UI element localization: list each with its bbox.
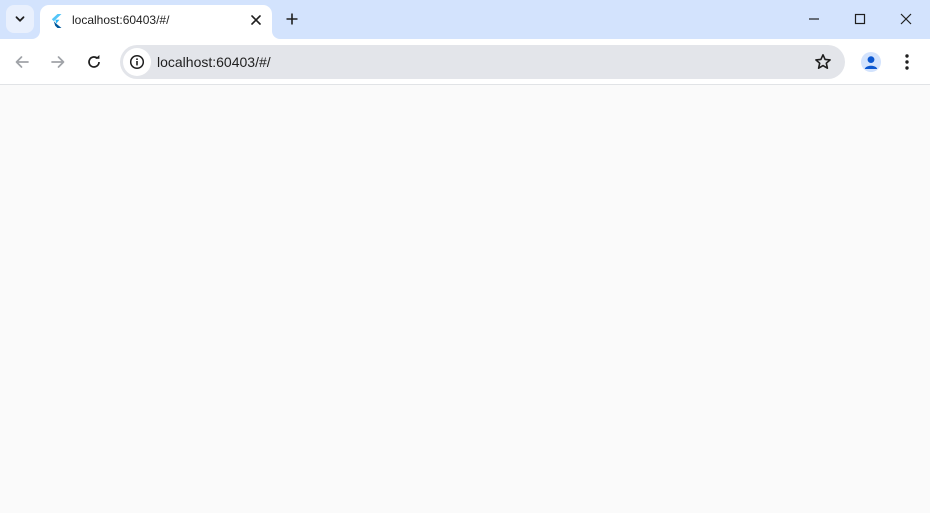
url-text[interactable]: localhost:60403/#/: [157, 54, 271, 70]
new-tab-button[interactable]: [280, 7, 304, 31]
window-close-button[interactable]: [883, 0, 929, 38]
tab-title: localhost:60403/#/: [72, 13, 170, 27]
close-icon: [900, 13, 912, 25]
forward-arrow-icon: [51, 56, 65, 68]
maximize-icon: [854, 13, 866, 25]
close-icon: [251, 15, 261, 25]
page-content: [0, 86, 930, 513]
chevron-down-icon: [15, 16, 25, 22]
minimize-button[interactable]: [791, 0, 837, 38]
tab-active[interactable]: localhost:60403/#/: [40, 5, 272, 39]
profile-button[interactable]: [857, 48, 885, 76]
minimize-icon: [809, 18, 819, 20]
reload-button[interactable]: [78, 46, 110, 78]
back-button[interactable]: [6, 46, 38, 78]
reload-icon: [88, 55, 100, 68]
address-bar[interactable]: localhost:60403/#/: [120, 45, 845, 79]
more-vert-icon: [905, 54, 909, 70]
tab-search-button[interactable]: [6, 5, 34, 33]
back-arrow-icon: [15, 56, 29, 68]
forward-button[interactable]: [42, 46, 74, 78]
profile-icon: [864, 56, 878, 69]
menu-button[interactable]: [893, 48, 921, 76]
flutter-icon: [51, 14, 62, 28]
star-icon: [815, 54, 831, 69]
toolbar: localhost:60403/#/: [0, 39, 930, 85]
avatar: [861, 52, 881, 72]
site-info-button[interactable]: [123, 48, 151, 76]
maximize-button[interactable]: [837, 0, 883, 38]
tab-close-button[interactable]: [246, 10, 266, 30]
tab-strip: localhost:60403/#/: [0, 0, 930, 39]
info-icon: [129, 54, 145, 70]
plus-icon: [286, 13, 298, 25]
bookmark-button[interactable]: [811, 50, 835, 74]
